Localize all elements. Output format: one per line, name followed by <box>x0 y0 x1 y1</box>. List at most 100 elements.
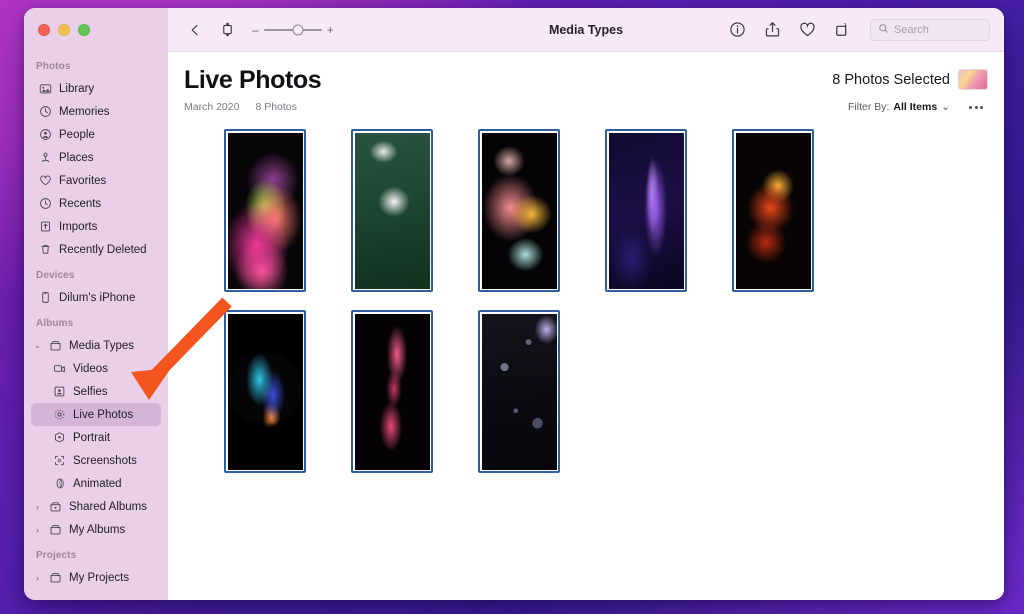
album-icon <box>49 523 62 536</box>
sidebar-item-animated[interactable]: Animated <box>31 472 161 495</box>
photo-thumbnail[interactable] <box>605 129 687 292</box>
sidebar-item-label: People <box>59 128 95 141</box>
live-photo-icon <box>53 408 66 421</box>
animated-icon <box>53 477 66 490</box>
video-icon <box>53 362 66 375</box>
sidebar-item-places[interactable]: Places <box>31 146 161 169</box>
photo-thumbnail[interactable] <box>351 310 433 473</box>
sidebar: Photos Library Memories People Places Fa… <box>24 8 168 600</box>
sidebar-item-recently-deleted[interactable]: Recently Deleted <box>31 238 161 261</box>
shared-album-icon <box>49 500 62 513</box>
chevron-right-icon[interactable]: › <box>33 573 42 583</box>
sidebar-item-label: Recents <box>59 197 102 210</box>
sidebar-item-portrait[interactable]: Portrait <box>31 426 161 449</box>
info-button[interactable] <box>726 19 748 41</box>
selection-thumbnail <box>958 69 988 90</box>
chevron-down-icon[interactable]: ⌄ <box>33 340 42 351</box>
zoom-button[interactable] <box>78 24 90 36</box>
clock-icon <box>39 197 52 210</box>
content-header: Live Photos March 2020 8 Photos 8 Photos… <box>184 52 988 115</box>
toolbar: – + Media Types <box>168 8 1004 52</box>
sidebar-item-dilums-iphone[interactable]: Dilum's iPhone <box>31 286 161 309</box>
rotate-button[interactable] <box>831 19 853 41</box>
selfie-icon <box>53 385 66 398</box>
search-field[interactable] <box>870 18 990 41</box>
sidebar-item-videos[interactable]: Videos <box>31 357 161 380</box>
sidebar-item-label: Favorites <box>59 174 107 187</box>
search-icon <box>878 21 889 39</box>
zoom-slider[interactable]: – + <box>252 24 334 36</box>
share-button[interactable] <box>761 19 783 41</box>
trash-icon <box>39 243 52 256</box>
portrait-icon <box>53 431 66 444</box>
sidebar-toggle-button[interactable] <box>216 19 238 41</box>
close-button[interactable] <box>38 24 50 36</box>
sidebar-item-library[interactable]: Library <box>31 77 161 100</box>
toolbar-right <box>726 18 990 41</box>
sidebar-item-label: Videos <box>73 362 108 375</box>
sidebar-item-imports[interactable]: Imports <box>31 215 161 238</box>
sidebar-item-label: Dilum's iPhone <box>59 291 136 304</box>
sidebar-item-my-albums[interactable]: › My Albums <box>31 518 161 541</box>
filter-value: All Items <box>893 101 938 113</box>
album-icon <box>49 571 62 584</box>
sidebar-item-label: Screenshots <box>73 454 137 467</box>
sidebar-group-albums: Albums <box>36 318 74 329</box>
memories-icon <box>39 105 52 118</box>
zoom-in-label[interactable]: + <box>327 24 334 36</box>
sidebar-item-screenshots[interactable]: Screenshots <box>31 449 161 472</box>
more-options-button[interactable] <box>964 99 988 115</box>
date-label: March 2020 <box>184 101 240 113</box>
filter-dropdown[interactable]: Filter By: All Items ⌄ <box>848 101 950 113</box>
sidebar-item-my-projects[interactable]: › My Projects <box>31 566 161 589</box>
sidebar-item-label: Animated <box>73 477 122 490</box>
photo-thumbnail[interactable] <box>478 129 560 292</box>
favorite-button[interactable] <box>796 19 818 41</box>
photo-grid <box>184 129 988 473</box>
zoom-slider-track[interactable] <box>263 24 322 35</box>
photo-thumbnail[interactable] <box>732 129 814 292</box>
header-left: Live Photos March 2020 8 Photos <box>184 66 322 113</box>
sidebar-item-shared-albums[interactable]: › Shared Albums <box>31 495 161 518</box>
sidebar-item-label: Live Photos <box>73 408 134 421</box>
search-input[interactable] <box>894 23 982 36</box>
zoom-slider-knob[interactable] <box>292 24 304 35</box>
sidebar-item-label: Media Types <box>69 339 134 352</box>
sidebar-item-memories[interactable]: Memories <box>31 100 161 123</box>
sidebar-group-projects: Projects <box>36 550 77 561</box>
photo-thumbnail[interactable] <box>224 310 306 473</box>
zoom-out-label[interactable]: – <box>252 24 259 36</box>
import-icon <box>39 220 52 233</box>
chevron-right-icon[interactable]: › <box>33 502 42 512</box>
chevron-down-icon[interactable]: ⌄ <box>941 101 950 113</box>
photo-thumbnail[interactable] <box>224 129 306 292</box>
photo-thumbnail[interactable] <box>478 310 560 473</box>
sidebar-item-label: Memories <box>59 105 110 118</box>
sidebar-item-selfies[interactable]: Selfies <box>31 380 161 403</box>
main-area: – + Media Types Search Live Photos March… <box>168 8 1004 600</box>
screenshot-icon <box>53 454 66 467</box>
sidebar-item-people[interactable]: People <box>31 123 161 146</box>
back-button[interactable] <box>184 19 206 41</box>
library-icon <box>39 82 52 95</box>
content-area: Live Photos March 2020 8 Photos 8 Photos… <box>168 52 1004 600</box>
filter-label: Filter By: <box>848 101 890 113</box>
places-icon <box>39 151 52 164</box>
chevron-right-icon[interactable]: › <box>33 525 42 535</box>
sidebar-item-recents[interactable]: Recents <box>31 192 161 215</box>
photo-thumbnail[interactable] <box>351 129 433 292</box>
people-icon <box>39 128 52 141</box>
sidebar-item-live-photos[interactable]: Live Photos <box>31 403 161 426</box>
traffic-lights <box>24 8 168 52</box>
album-icon <box>49 339 62 352</box>
sidebar-item-label: Shared Albums <box>69 500 147 513</box>
sidebar-item-media-types[interactable]: ⌄ Media Types <box>31 334 161 357</box>
sidebar-item-label: Imports <box>59 220 98 233</box>
heart-icon <box>39 174 52 187</box>
selection-row: 8 Photos Selected <box>832 69 988 90</box>
minimize-button[interactable] <box>58 24 70 36</box>
sidebar-item-label: Places <box>59 151 94 164</box>
filter-row: Filter By: All Items ⌄ <box>832 99 988 115</box>
sidebar-group-photos: Photos <box>36 61 71 72</box>
sidebar-item-favorites[interactable]: Favorites <box>31 169 161 192</box>
